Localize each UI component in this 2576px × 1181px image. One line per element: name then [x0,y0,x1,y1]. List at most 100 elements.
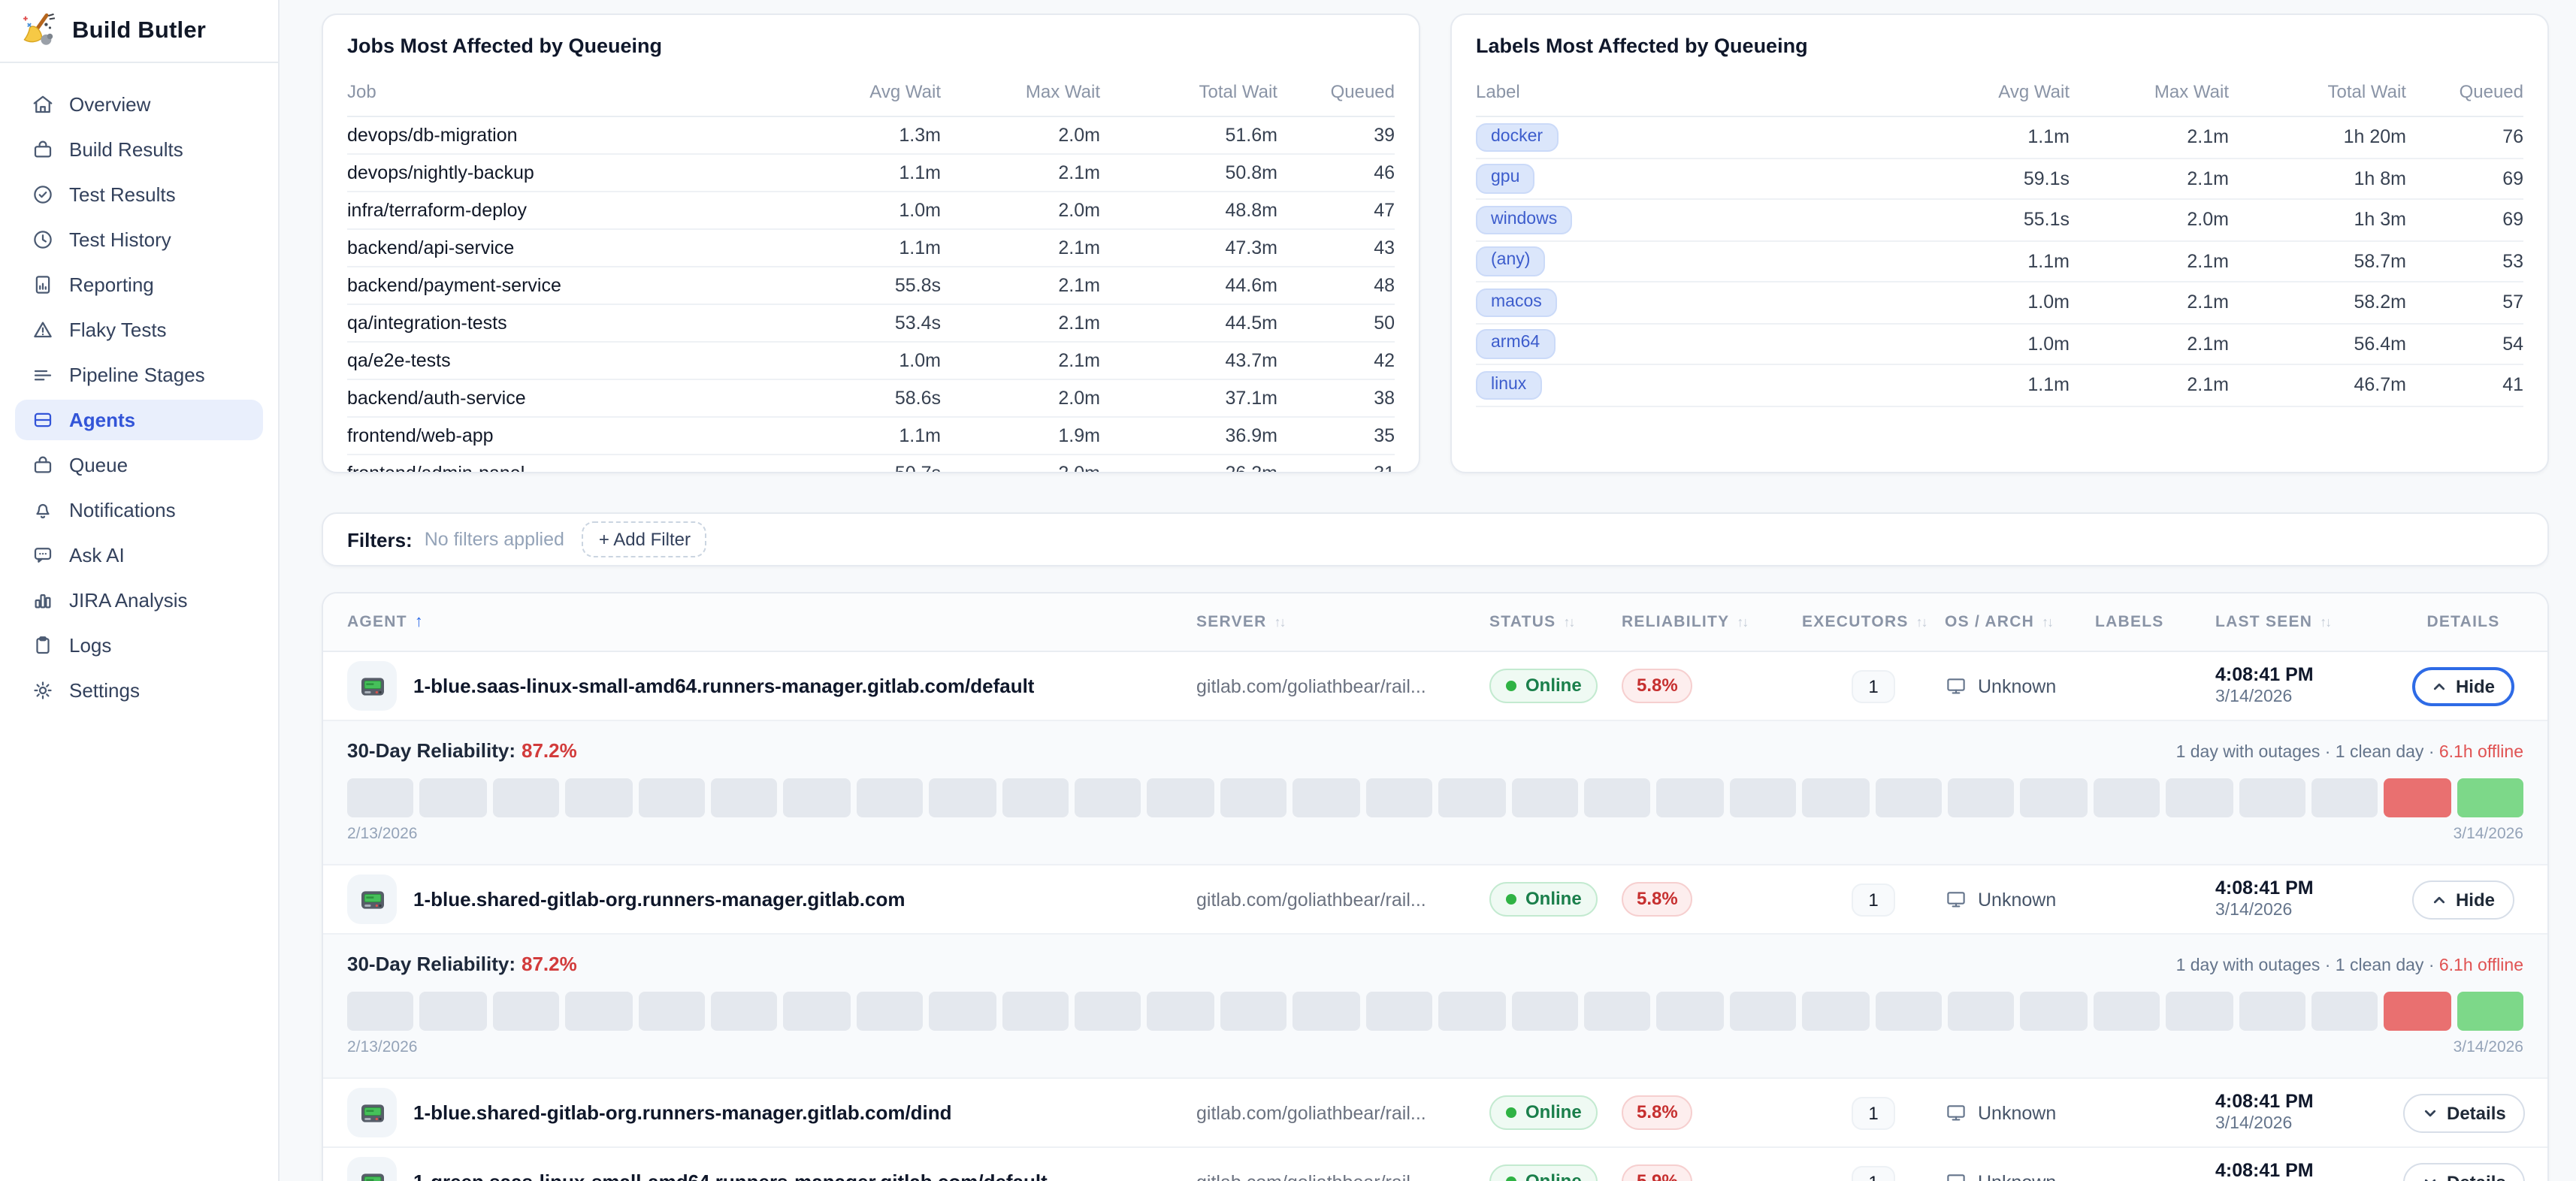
day-cell [2311,992,2378,1031]
col-reliability[interactable]: RELIABILITY↑↓ [1622,613,1802,631]
offline-duration: 6.1h offline [2439,744,2523,762]
hide-details-button[interactable]: Hide [2412,880,2514,919]
day-cell [1293,992,1360,1031]
bell-icon [32,499,54,521]
job-max-wait: 2.1m [941,304,1100,342]
sidebar-item-build-results[interactable]: Build Results [15,129,263,170]
day-cell [1657,778,1724,817]
add-filter-button[interactable]: + Add Filter [582,521,707,557]
job-row: backend/auth-service 58.6s 2.0m 37.1m 38 [347,379,1395,417]
job-queued: 43 [1277,229,1395,267]
day-cell [1002,992,1069,1031]
day-cell [1511,992,1578,1031]
col-executors[interactable]: EXECUTORS↑↓ [1802,613,1945,631]
agent-row[interactable]: 1-green.saas-linux-small-amd64.runners-m… [323,1148,2547,1181]
job-avg-wait: 1.1m [809,417,941,455]
label-row: linux 1.1m 2.1m 46.7m 41 [1476,364,2523,406]
job-row: backend/api-service 1.1m 2.1m 47.3m 43 [347,229,1395,267]
agent-server: gitlab.com/goliathbear/rail... [1196,1102,1489,1123]
pager-icon [347,661,397,711]
day-cell [2457,992,2524,1031]
job-name: backend/api-service [347,229,809,267]
day-cell [1365,778,1432,817]
day-cell [1802,778,1869,817]
agent-os: Unknown [1978,1102,2056,1123]
sidebar-item-ask-ai[interactable]: Ask AI [15,535,263,575]
sidebar-item-agents[interactable]: Agents [15,400,263,440]
warning-triangle-icon [32,319,54,341]
col-last-seen[interactable]: LAST SEEN↑↓ [2215,613,2403,631]
status-dot-icon [1506,681,1516,691]
agent-last-seen: 4:08:41 PM3/14/2026 [2215,877,2403,922]
label-avg-wait: 1.0m [1937,323,2070,364]
col-agent[interactable]: AGENT↑ [347,613,1196,631]
col-os-arch[interactable]: OS / ARCH↑↓ [1945,613,2095,631]
agent-name: 1-blue.shared-gitlab-org.runners-manager… [413,888,905,911]
sidebar-item-test-results[interactable]: Test Results [15,174,263,215]
monitor-icon [1945,1101,1967,1124]
sidebar-item-settings[interactable]: Settings [15,670,263,711]
day-cell [1438,778,1505,817]
day-cell [1729,778,1796,817]
hide-details-button[interactable]: Hide [2412,666,2514,705]
agent-server: gitlab.com/goliathbear/rail... [1196,675,1489,696]
label-max-wait: 2.1m [2070,364,2229,406]
label-chip: windows [1476,205,1572,234]
reliability-badge: 5.8% [1622,669,1693,704]
app-title: Build Butler [72,17,206,44]
day-cell [1365,992,1432,1031]
label-queued: 57 [2406,282,2523,323]
agent-os: Unknown [1978,675,2056,696]
status-badge: Online [1489,669,1598,703]
reliability-value: 87.2% [522,953,577,975]
sidebar-item-jira-analysis[interactable]: JIRA Analysis [15,580,263,621]
col-status[interactable]: STATUS↑↓ [1489,613,1622,631]
reliability-strip [347,992,2523,1031]
strip-start-date: 2/13/2026 [347,1038,417,1056]
label-total-wait: 56.4m [2229,323,2406,364]
chevron-down-icon [2423,1174,2438,1181]
agent-row[interactable]: 1-blue.shared-gitlab-org.runners-manager… [323,865,2547,935]
day-cell [638,992,705,1031]
job-avg-wait: 55.8s [809,267,941,304]
job-queued: 39 [1277,116,1395,154]
sidebar-item-notifications[interactable]: Notifications [15,490,263,530]
sidebar-item-reporting[interactable]: Reporting [15,264,263,305]
label-avg-wait: 59.1s [1937,158,2070,199]
job-row: qa/e2e-tests 1.0m 2.1m 43.7m 42 [347,342,1395,379]
monitor-icon [1945,1170,1967,1181]
agent-row[interactable]: 1-blue.saas-linux-small-amd64.runners-ma… [323,652,2547,721]
job-total-wait: 47.3m [1100,229,1277,267]
status-badge: Online [1489,883,1598,917]
day-cell [784,992,851,1031]
sidebar-item-logs[interactable]: Logs [15,625,263,666]
col-server[interactable]: SERVER↑↓ [1196,613,1489,631]
label-avg-wait: 1.1m [1937,364,2070,406]
job-row: frontend/web-app 1.1m 1.9m 36.9m 35 [347,417,1395,455]
reliability-value: 87.2% [522,739,577,762]
show-details-button[interactable]: Details [2403,1093,2526,1132]
agent-row[interactable]: 1-blue.shared-gitlab-org.runners-manager… [323,1079,2547,1148]
sidebar-item-queue[interactable]: Queue [15,445,263,485]
reliability-title: 30-Day Reliability: [347,739,516,762]
label-max-wait: 2.1m [2070,116,2229,158]
sidebar-item-flaky-tests[interactable]: Flaky Tests [15,310,263,350]
day-cell [2457,778,2524,817]
sidebar-item-pipeline-stages[interactable]: Pipeline Stages [15,355,263,395]
day-cell [1220,778,1287,817]
label-chip: (any) [1476,246,1545,276]
job-row: qa/integration-tests 53.4s 2.1m 44.5m 50 [347,304,1395,342]
show-details-button[interactable]: Details [2403,1162,2526,1181]
day-cell [565,778,632,817]
label-queued: 69 [2406,199,2523,240]
job-avg-wait: 1.0m [809,192,941,229]
sidebar-item-overview[interactable]: Overview [15,84,263,125]
clock-icon [32,228,54,251]
label-chip: gpu [1476,164,1534,193]
agent-name: 1-green.saas-linux-small-amd64.runners-m… [413,1170,1048,1181]
day-cell [420,992,487,1031]
reliability-badge: 5.8% [1622,882,1693,917]
label-chip: linux [1476,370,1541,400]
day-cell [2094,992,2160,1031]
sidebar-item-test-history[interactable]: Test History [15,219,263,260]
